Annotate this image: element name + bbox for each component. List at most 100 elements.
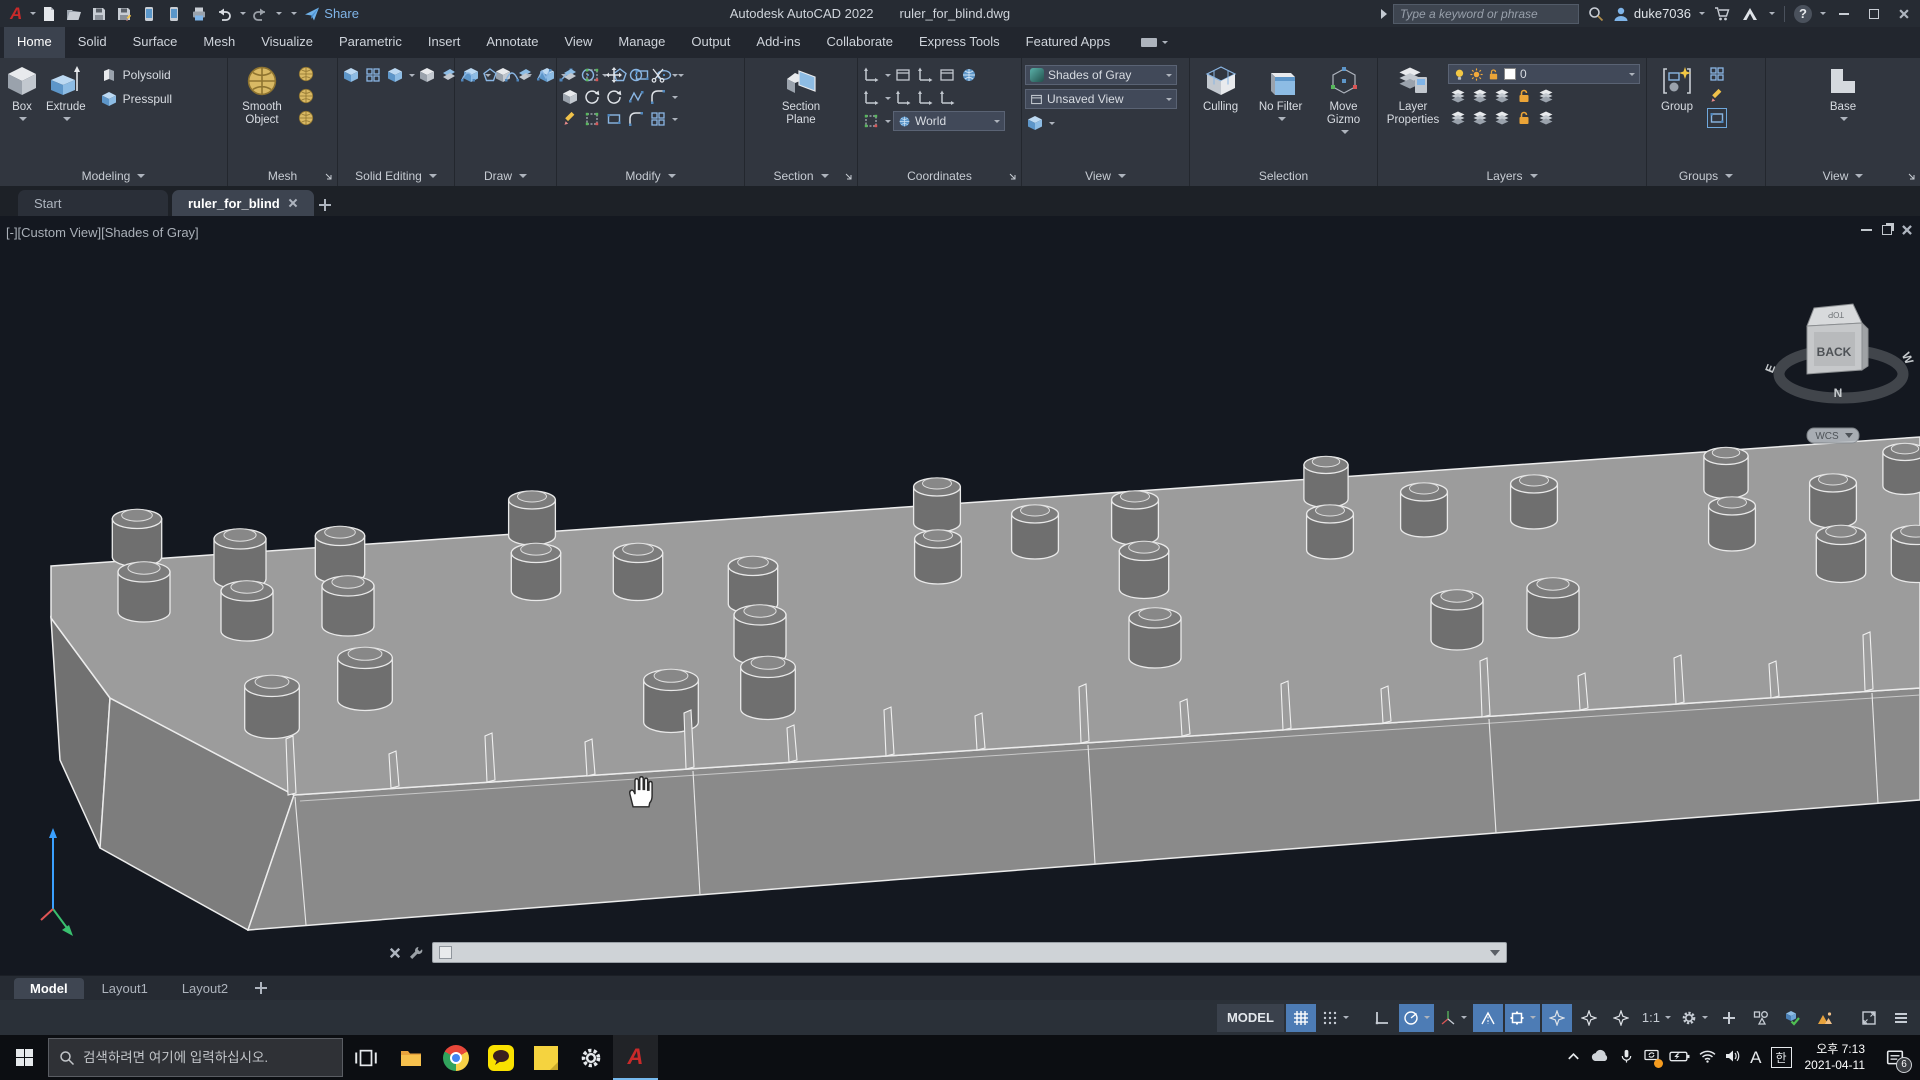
taskbar-clock[interactable]: 오후 7:13 2021-04-11	[1805, 1042, 1866, 1073]
fillet-caret-icon[interactable]	[672, 96, 678, 99]
solid-history-button[interactable]	[385, 65, 405, 85]
fillet-button[interactable]	[648, 87, 668, 107]
sticky-note-icon[interactable]	[523, 1035, 568, 1080]
app-store-cart-icon[interactable]	[1711, 3, 1733, 25]
layer-lock-button[interactable]	[1514, 86, 1534, 106]
new-tab-button[interactable]	[318, 198, 332, 212]
named-view-combo[interactable]: Unsaved View	[1025, 89, 1177, 109]
taskbar-search-box[interactable]	[48, 1038, 343, 1077]
tab-home[interactable]: Home	[4, 27, 65, 58]
tab-solid[interactable]: Solid	[65, 27, 120, 58]
new-layout-button[interactable]	[254, 981, 268, 995]
panel-label-modeling[interactable]: Modeling	[0, 165, 227, 186]
offset-button[interactable]	[626, 109, 646, 129]
annotation-scale-button[interactable]: 1:1	[1638, 1004, 1675, 1032]
dynamic-ucs-button[interactable]	[861, 88, 881, 108]
search-icon[interactable]	[1585, 3, 1607, 25]
box-button[interactable]: Box	[3, 62, 41, 123]
interfere-button[interactable]	[363, 65, 383, 85]
union-button[interactable]	[341, 65, 361, 85]
app-menu-caret-icon[interactable]	[30, 12, 36, 15]
layer-match-button[interactable]	[1470, 86, 1490, 106]
braille-stud[interactable]	[1704, 447, 1748, 498]
panel-label-view[interactable]: View	[1022, 165, 1189, 186]
object-snap-tracking-toggle[interactable]	[1473, 1004, 1503, 1032]
wifi-icon[interactable]	[1699, 1050, 1716, 1066]
layer-on-all-button[interactable]	[1448, 108, 1468, 128]
3d-object-snap-toggle[interactable]	[1542, 1004, 1572, 1032]
braille-stud[interactable]	[118, 562, 170, 622]
presspull-button[interactable]: Presspull	[97, 88, 174, 110]
panel-label-groups[interactable]: Groups	[1647, 165, 1765, 186]
layout-tab-layout1[interactable]: Layout1	[86, 978, 164, 999]
snap-toggle[interactable]	[1318, 1004, 1353, 1032]
braille-stud[interactable]	[613, 543, 662, 600]
panel-label-modify[interactable]: Modify	[557, 165, 744, 186]
help-button[interactable]: ?	[1794, 5, 1812, 23]
start-button[interactable]	[0, 1035, 48, 1080]
autodesk-caret-icon[interactable]	[1769, 12, 1775, 15]
gizmo-button[interactable]	[1778, 1004, 1808, 1032]
layout-tab-model[interactable]: Model	[14, 978, 84, 999]
vp-close-button[interactable]	[1901, 224, 1913, 236]
ucs-view-button[interactable]	[861, 111, 881, 131]
tray-expand-icon[interactable]	[1566, 1049, 1581, 1067]
braille-stud[interactable]	[511, 543, 560, 600]
braille-stud[interactable]	[315, 526, 364, 583]
panel-label-coordinates[interactable]: Coordinates	[858, 165, 1021, 186]
save-to-web-mobile-button[interactable]	[163, 3, 185, 25]
move-gizmo-button[interactable]: Move Gizmo	[1313, 62, 1374, 136]
tab-featured-apps[interactable]: Featured Apps	[1013, 27, 1124, 58]
braille-stud[interactable]	[1709, 497, 1756, 551]
minimize-button[interactable]	[1832, 3, 1856, 25]
model-space-toggle[interactable]: MODEL	[1217, 1004, 1284, 1032]
group-button[interactable]: Group	[1650, 62, 1704, 116]
layer-unisolate-button[interactable]	[1536, 108, 1556, 128]
braille-stud[interactable]	[1129, 608, 1181, 668]
grid-toggle[interactable]	[1286, 1004, 1316, 1032]
tab-express-tools[interactable]: Express Tools	[906, 27, 1013, 58]
file-explorer-icon[interactable]	[388, 1035, 433, 1080]
braille-stud[interactable]	[245, 675, 300, 738]
layer-isolate-button[interactable]	[1536, 86, 1556, 106]
ucs-combo[interactable]: World	[893, 111, 1005, 131]
rotate-button[interactable]	[604, 87, 624, 107]
fillet-edge-button[interactable]	[560, 87, 580, 107]
vp-restore-button[interactable]	[1882, 225, 1892, 235]
plot-button[interactable]	[188, 3, 210, 25]
tab-surface[interactable]: Surface	[120, 27, 191, 58]
braille-stud[interactable]	[1307, 505, 1354, 559]
group-selection-toggle[interactable]	[1707, 108, 1727, 128]
braille-stud[interactable]	[914, 478, 961, 532]
tab-visualize[interactable]: Visualize	[248, 27, 326, 58]
braille-stud[interactable]	[1891, 525, 1920, 582]
close-tab-icon[interactable]	[288, 198, 298, 208]
ime-english-indicator[interactable]: A	[1750, 1048, 1761, 1068]
tab-collaborate[interactable]: Collaborate	[813, 27, 906, 58]
braille-stud[interactable]	[1401, 483, 1448, 537]
erase-button[interactable]	[560, 109, 580, 129]
annotation-visibility-toggle[interactable]	[1574, 1004, 1604, 1032]
command-input[interactable]	[432, 942, 1507, 963]
braille-stud[interactable]	[1304, 456, 1348, 507]
panel-label-solid-editing[interactable]: Solid Editing	[338, 165, 454, 186]
ucs-3point-button[interactable]	[937, 88, 957, 108]
panel-label-draw[interactable]: Draw	[455, 165, 556, 186]
ucs-z-axis-button[interactable]	[915, 88, 935, 108]
visual-style-combo[interactable]: Shades of Gray	[1025, 65, 1177, 85]
base-button[interactable]: Base	[1813, 62, 1873, 123]
display-sync-icon[interactable]	[1643, 1048, 1660, 1067]
braille-stud[interactable]	[322, 576, 374, 636]
viewport-config-caret[interactable]	[1049, 122, 1055, 125]
ucs-previous-button[interactable]	[893, 88, 913, 108]
layer-thaw-all-button[interactable]	[1492, 108, 1512, 128]
dynamic-ucs-caret[interactable]	[885, 97, 891, 100]
braille-stud[interactable]	[1511, 475, 1558, 529]
solid-history-caret-icon[interactable]	[409, 74, 415, 77]
tab-output[interactable]: Output	[678, 27, 743, 58]
smooth-more-icon[interactable]	[296, 64, 316, 84]
measure-button[interactable]	[582, 109, 602, 129]
ruler-slab[interactable]	[51, 437, 1920, 930]
autoscale-toggle[interactable]	[1606, 1004, 1636, 1032]
close-button[interactable]	[1892, 3, 1916, 25]
